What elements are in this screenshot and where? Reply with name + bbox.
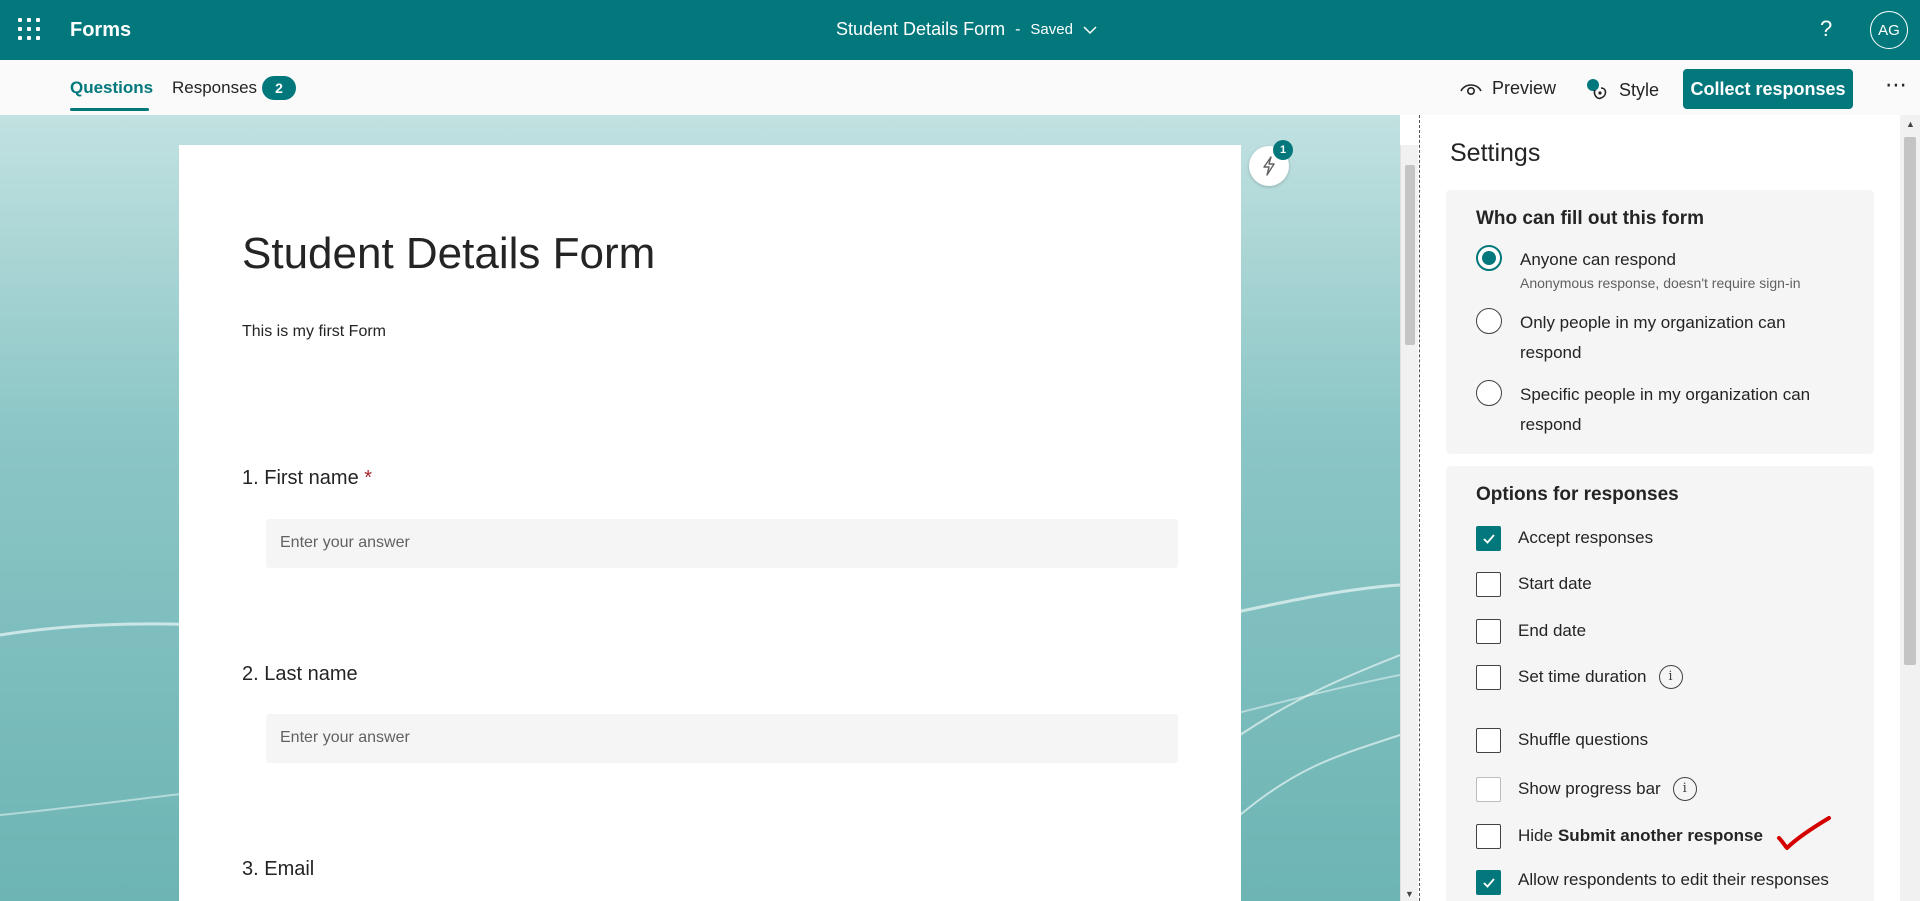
responses-count-badge: 2 (262, 76, 296, 100)
checkbox[interactable] (1476, 665, 1501, 690)
save-status: Saved (1030, 21, 1073, 38)
allow-edit-label: Allow respondents to edit their response… (1518, 870, 1829, 889)
checkbox[interactable] (1476, 572, 1501, 597)
who-can-fill-section: Who can fill out this form Anyone can re… (1446, 190, 1874, 454)
radio-organization[interactable]: Only people in my organization can respo… (1476, 308, 1850, 368)
radio-organization-label: Only people in my organization can respo… (1520, 313, 1786, 362)
radio-button[interactable] (1476, 380, 1502, 406)
style-button[interactable]: Style (1585, 78, 1659, 102)
more-options-button[interactable]: ⋯ (1885, 72, 1907, 98)
scroll-down-icon[interactable]: ▼ (1405, 889, 1414, 899)
tab-questions[interactable]: Questions (70, 78, 153, 98)
checkbox[interactable] (1476, 619, 1501, 644)
settings-panel: Settings Who can fill out this form Anyo… (1420, 115, 1900, 901)
lightning-icon (1263, 156, 1275, 176)
app-bar: Forms Student Details Form - Saved ? AG (0, 0, 1920, 60)
annotation-checkmark-icon (1777, 816, 1831, 850)
checkbox[interactable] (1476, 824, 1501, 849)
question-last-name[interactable]: 2. Last name (242, 663, 358, 686)
suggestions-count-badge: 1 (1273, 140, 1293, 160)
question-email[interactable]: 3. Email (242, 858, 314, 881)
end-date-option[interactable]: End date (1476, 619, 1848, 644)
help-button[interactable]: ? (1820, 16, 1832, 42)
question-label: 3. Email (242, 858, 315, 880)
preview-label: Preview (1492, 78, 1557, 98)
info-icon[interactable]: i (1658, 665, 1683, 689)
style-label: Style (1619, 79, 1660, 100)
form-title[interactable]: Student Details Form (242, 229, 655, 279)
radio-button-selected[interactable] (1476, 245, 1502, 271)
app-launcher-icon[interactable] (18, 18, 42, 42)
options-title: Options for responses (1476, 484, 1679, 505)
checkbox[interactable] (1476, 777, 1501, 802)
palette-icon (1587, 79, 1607, 100)
allow-edit-option[interactable]: Allow respondents to edit their response… (1476, 870, 1848, 895)
accept-responses-label: Accept responses (1518, 528, 1654, 547)
app-name[interactable]: Forms (70, 19, 131, 42)
first-name-input[interactable]: Enter your answer (266, 519, 1178, 568)
question-label: 1. First name (242, 467, 359, 489)
hide-label: Hide (1518, 826, 1553, 845)
radio-anyone-sublabel: Anonymous response, doesn't require sign… (1520, 275, 1801, 291)
settings-scrollbar[interactable]: ▲ (1900, 115, 1920, 901)
settings-scrollbar-thumb[interactable] (1904, 137, 1916, 665)
chevron-down-icon (1083, 25, 1097, 34)
radio-specific-people[interactable]: Specific people in my organization can r… (1476, 380, 1850, 440)
end-date-label: End date (1518, 621, 1587, 640)
checkmark-icon (1482, 533, 1495, 544)
shuffle-questions-label: Shuffle questions (1518, 730, 1649, 749)
progress-bar-label: Show progress bar (1518, 779, 1661, 798)
required-indicator: * (364, 467, 373, 489)
time-duration-option[interactable]: Set time duration i (1476, 665, 1848, 690)
shuffle-questions-option[interactable]: Shuffle questions (1476, 728, 1848, 753)
preview-button[interactable]: Preview (1460, 78, 1556, 99)
radio-button[interactable] (1476, 308, 1502, 334)
checkbox-checked[interactable] (1476, 870, 1501, 895)
submit-another-label: Submit another response (1557, 826, 1763, 845)
info-icon[interactable]: i (1672, 777, 1697, 801)
accept-responses-option[interactable]: Accept responses (1476, 526, 1848, 551)
progress-bar-option[interactable]: Show progress bar i (1476, 777, 1848, 802)
question-label: 2. Last name (242, 663, 358, 685)
form-title-menu[interactable]: Student Details Form - Saved (836, 19, 1097, 40)
active-tab-indicator (70, 108, 149, 111)
title-separator: - (1015, 20, 1021, 38)
last-name-input[interactable]: Enter your answer (266, 714, 1178, 763)
header-form-title: Student Details Form (836, 19, 1006, 39)
scroll-up-icon[interactable]: ▲ (1906, 119, 1915, 129)
eye-icon (1460, 83, 1482, 95)
command-bar: Questions Responses 2 Preview Style Coll… (0, 60, 1920, 115)
suggestions-button[interactable]: 1 (1249, 140, 1293, 186)
start-date-option[interactable]: Start date (1476, 572, 1848, 597)
canvas-scrollbar[interactable]: ▼ (1400, 145, 1418, 901)
question-first-name[interactable]: 1. First name * (242, 467, 372, 490)
settings-title: Settings (1450, 139, 1541, 167)
checkbox-checked[interactable] (1476, 526, 1501, 551)
tab-responses[interactable]: Responses (172, 78, 257, 98)
radio-anyone-label: Anyone can respond (1520, 250, 1676, 269)
radio-specific-people-label: Specific people in my organization can r… (1520, 385, 1811, 434)
collect-responses-button[interactable]: Collect responses (1683, 69, 1853, 109)
who-can-fill-title: Who can fill out this form (1476, 208, 1704, 229)
form-card: Student Details Form This is my first Fo… (179, 145, 1241, 901)
checkmark-icon (1482, 877, 1495, 888)
canvas-scrollbar-thumb[interactable] (1405, 165, 1415, 345)
start-date-label: Start date (1518, 574, 1592, 593)
radio-anyone[interactable]: Anyone can respond Anonymous response, d… (1476, 245, 1850, 291)
time-duration-label: Set time duration (1518, 667, 1647, 686)
avatar[interactable]: AG (1870, 11, 1908, 49)
checkbox[interactable] (1476, 728, 1501, 753)
form-description[interactable]: This is my first Form (242, 323, 386, 341)
